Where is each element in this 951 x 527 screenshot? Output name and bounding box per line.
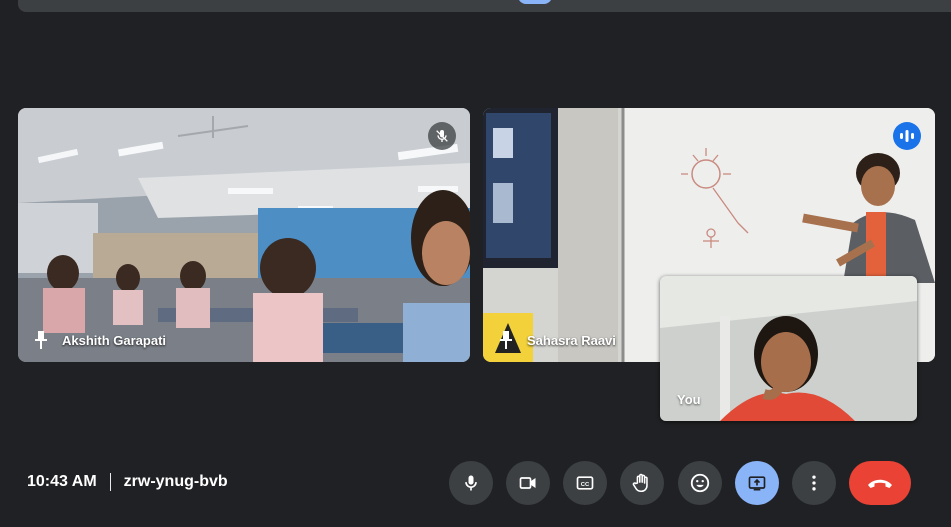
mic-off-icon: [436, 130, 448, 142]
microphone-button[interactable]: [449, 461, 493, 505]
emoji-icon: [690, 473, 710, 493]
present-screen-icon: [748, 476, 766, 491]
svg-text:CC: CC: [581, 482, 590, 488]
camera-button[interactable]: [506, 461, 550, 505]
more-options-icon: [812, 475, 816, 491]
muted-indicator: [428, 122, 456, 150]
participant-name-tag: Akshith Garapati: [34, 331, 166, 349]
captions-button[interactable]: CC: [563, 461, 607, 505]
speaking-indicator: [893, 122, 921, 150]
audio-level-icon: [900, 130, 914, 142]
present-screen-button[interactable]: [735, 461, 779, 505]
classroom-video-feed: [18, 108, 470, 362]
participant-name: Akshith Garapati: [62, 332, 167, 348]
end-call-button[interactable]: [849, 461, 911, 505]
end-call-icon: [868, 479, 892, 488]
camera-icon: [519, 477, 536, 489]
microphone-icon: [465, 475, 477, 491]
self-label: You: [677, 392, 701, 407]
meeting-info-divider: [109, 473, 111, 491]
meeting-details[interactable]: 10:43 AM zrw-ynug-bvb: [27, 473, 228, 491]
raise-hand-icon: [632, 473, 648, 493]
pin-icon[interactable]: [499, 331, 513, 349]
bottom-control-bar: 10:43 AM zrw-ynug-bvb CC: [0, 455, 951, 511]
panel-handle[interactable]: [518, 0, 552, 4]
captions-icon: CC: [576, 476, 594, 490]
pin-icon[interactable]: [34, 331, 48, 349]
raise-hand-button[interactable]: [620, 461, 664, 505]
participant-tile-akshith[interactable]: Akshith Garapati: [18, 108, 470, 362]
top-panel-bar: [18, 0, 951, 12]
more-options-button[interactable]: [792, 461, 836, 505]
meeting-time: 10:43 AM: [27, 473, 97, 490]
meeting-code: zrw-ynug-bvb: [123, 473, 228, 490]
participant-name-tag: Sahasra Raavi: [499, 331, 616, 349]
participant-name: Sahasra Raavi: [527, 332, 616, 348]
emoji-reaction-button[interactable]: [678, 461, 722, 505]
self-view-tile[interactable]: You: [660, 276, 917, 421]
